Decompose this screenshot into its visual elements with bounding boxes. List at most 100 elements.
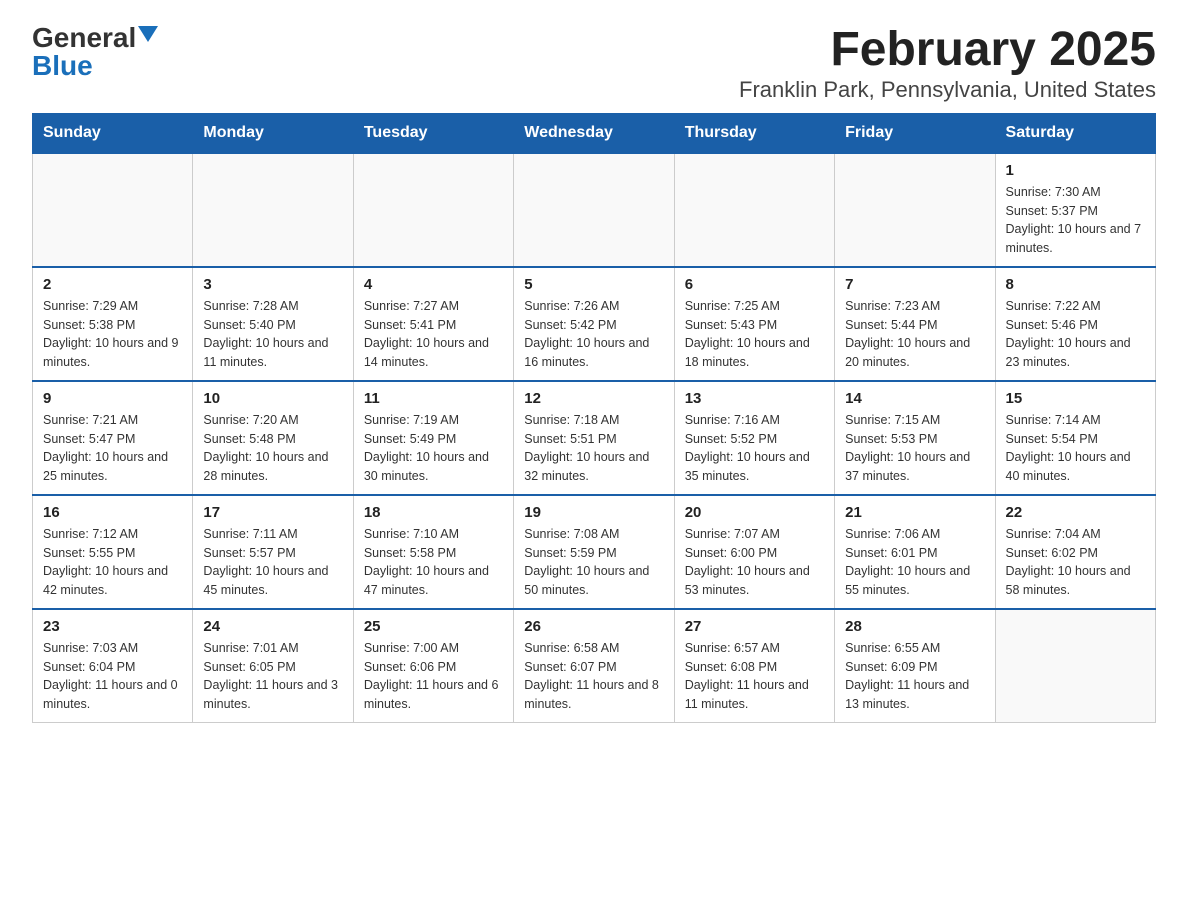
weekday-header-thursday: Thursday xyxy=(674,113,834,153)
calendar-cell xyxy=(353,153,513,267)
title-block: February 2025 Franklin Park, Pennsylvani… xyxy=(739,24,1156,103)
day-info: Sunrise: 7:04 AMSunset: 6:02 PMDaylight:… xyxy=(1006,525,1145,600)
day-number: 4 xyxy=(364,276,503,293)
calendar-cell: 24 Sunrise: 7:01 AMSunset: 6:05 PMDayligh… xyxy=(193,609,353,723)
day-info: Sunrise: 7:23 AMSunset: 5:44 PMDaylight:… xyxy=(845,297,984,372)
day-info: Sunrise: 7:27 AMSunset: 5:41 PMDaylight:… xyxy=(364,297,503,372)
calendar-title: February 2025 xyxy=(739,24,1156,77)
calendar-cell: 8 Sunrise: 7:22 AMSunset: 5:46 PMDaylight… xyxy=(995,267,1155,381)
day-info: Sunrise: 7:29 AMSunset: 5:38 PMDaylight:… xyxy=(43,297,182,372)
calendar-cell: 27 Sunrise: 6:57 AMSunset: 6:08 PMDayligh… xyxy=(674,609,834,723)
day-number: 15 xyxy=(1006,390,1145,407)
day-number: 16 xyxy=(43,504,182,521)
day-number: 3 xyxy=(203,276,342,293)
day-number: 1 xyxy=(1006,162,1145,179)
day-number: 20 xyxy=(685,504,824,521)
day-info: Sunrise: 7:15 AMSunset: 5:53 PMDaylight:… xyxy=(845,411,984,486)
calendar-cell xyxy=(33,153,193,267)
day-number: 6 xyxy=(685,276,824,293)
day-info: Sunrise: 7:06 AMSunset: 6:01 PMDaylight:… xyxy=(845,525,984,600)
weekday-header-tuesday: Tuesday xyxy=(353,113,513,153)
calendar-cell: 2 Sunrise: 7:29 AMSunset: 5:38 PMDaylight… xyxy=(33,267,193,381)
weekday-header-wednesday: Wednesday xyxy=(514,113,674,153)
calendar-cell: 4 Sunrise: 7:27 AMSunset: 5:41 PMDaylight… xyxy=(353,267,513,381)
weekday-header-monday: Monday xyxy=(193,113,353,153)
day-number: 28 xyxy=(845,618,984,635)
calendar-cell: 7 Sunrise: 7:23 AMSunset: 5:44 PMDaylight… xyxy=(835,267,995,381)
calendar-cell xyxy=(674,153,834,267)
day-number: 26 xyxy=(524,618,663,635)
day-info: Sunrise: 7:01 AMSunset: 6:05 PMDaylight:… xyxy=(203,639,342,714)
logo: General Blue xyxy=(32,24,158,80)
logo-general: General xyxy=(32,24,136,52)
logo-triangle-icon xyxy=(138,26,158,42)
calendar-cell: 13 Sunrise: 7:16 AMSunset: 5:52 PMDayligh… xyxy=(674,381,834,495)
calendar-cell: 1 Sunrise: 7:30 AMSunset: 5:37 PMDaylight… xyxy=(995,153,1155,267)
calendar-table: SundayMondayTuesdayWednesdayThursdayFrid… xyxy=(32,113,1156,723)
page-header: General Blue February 2025 Franklin Park… xyxy=(32,24,1156,103)
day-number: 19 xyxy=(524,504,663,521)
day-number: 2 xyxy=(43,276,182,293)
calendar-week-row: 1 Sunrise: 7:30 AMSunset: 5:37 PMDaylight… xyxy=(33,153,1156,267)
calendar-cell: 21 Sunrise: 7:06 AMSunset: 6:01 PMDayligh… xyxy=(835,495,995,609)
day-info: Sunrise: 7:16 AMSunset: 5:52 PMDaylight:… xyxy=(685,411,824,486)
day-info: Sunrise: 6:55 AMSunset: 6:09 PMDaylight:… xyxy=(845,639,984,714)
day-info: Sunrise: 7:00 AMSunset: 6:06 PMDaylight:… xyxy=(364,639,503,714)
day-info: Sunrise: 7:14 AMSunset: 5:54 PMDaylight:… xyxy=(1006,411,1145,486)
day-number: 8 xyxy=(1006,276,1145,293)
day-number: 27 xyxy=(685,618,824,635)
day-info: Sunrise: 7:22 AMSunset: 5:46 PMDaylight:… xyxy=(1006,297,1145,372)
day-info: Sunrise: 7:19 AMSunset: 5:49 PMDaylight:… xyxy=(364,411,503,486)
day-number: 9 xyxy=(43,390,182,407)
calendar-week-row: 23 Sunrise: 7:03 AMSunset: 6:04 PMDayligh… xyxy=(33,609,1156,723)
day-info: Sunrise: 7:11 AMSunset: 5:57 PMDaylight:… xyxy=(203,525,342,600)
day-info: Sunrise: 7:26 AMSunset: 5:42 PMDaylight:… xyxy=(524,297,663,372)
calendar-cell: 28 Sunrise: 6:55 AMSunset: 6:09 PMDayligh… xyxy=(835,609,995,723)
calendar-cell: 18Sunrise: 7:10 AMSunset: 5:58 PMDayligh… xyxy=(353,495,513,609)
day-info: Sunrise: 7:08 AMSunset: 5:59 PMDaylight:… xyxy=(524,525,663,600)
weekday-header-sunday: Sunday xyxy=(33,113,193,153)
logo-blue: Blue xyxy=(32,52,93,80)
day-number: 24 xyxy=(203,618,342,635)
day-number: 23 xyxy=(43,618,182,635)
day-number: 7 xyxy=(845,276,984,293)
calendar-cell: 25 Sunrise: 7:00 AMSunset: 6:06 PMDayligh… xyxy=(353,609,513,723)
day-number: 22 xyxy=(1006,504,1145,521)
day-number: 14 xyxy=(845,390,984,407)
day-info: Sunrise: 7:20 AMSunset: 5:48 PMDaylight:… xyxy=(203,411,342,486)
day-number: 5 xyxy=(524,276,663,293)
day-number: 18 xyxy=(364,504,503,521)
day-info: Sunrise: 7:30 AMSunset: 5:37 PMDaylight:… xyxy=(1006,183,1145,258)
calendar-cell: 3 Sunrise: 7:28 AMSunset: 5:40 PMDaylight… xyxy=(193,267,353,381)
calendar-cell: 10Sunrise: 7:20 AMSunset: 5:48 PMDayligh… xyxy=(193,381,353,495)
calendar-cell xyxy=(995,609,1155,723)
day-number: 21 xyxy=(845,504,984,521)
calendar-subtitle: Franklin Park, Pennsylvania, United Stat… xyxy=(739,77,1156,103)
calendar-cell xyxy=(193,153,353,267)
calendar-cell: 15 Sunrise: 7:14 AMSunset: 5:54 PMDayligh… xyxy=(995,381,1155,495)
day-number: 17 xyxy=(203,504,342,521)
calendar-cell: 17 Sunrise: 7:11 AMSunset: 5:57 PMDayligh… xyxy=(193,495,353,609)
calendar-cell: 26 Sunrise: 6:58 AMSunset: 6:07 PMDayligh… xyxy=(514,609,674,723)
day-info: Sunrise: 6:58 AMSunset: 6:07 PMDaylight:… xyxy=(524,639,663,714)
day-info: Sunrise: 7:28 AMSunset: 5:40 PMDaylight:… xyxy=(203,297,342,372)
calendar-cell xyxy=(835,153,995,267)
calendar-cell: 20Sunrise: 7:07 AMSunset: 6:00 PMDayligh… xyxy=(674,495,834,609)
day-number: 25 xyxy=(364,618,503,635)
calendar-cell: 23 Sunrise: 7:03 AMSunset: 6:04 PMDayligh… xyxy=(33,609,193,723)
day-info: Sunrise: 7:21 AMSunset: 5:47 PMDaylight:… xyxy=(43,411,182,486)
day-info: Sunrise: 6:57 AMSunset: 6:08 PMDaylight:… xyxy=(685,639,824,714)
day-info: Sunrise: 7:12 AMSunset: 5:55 PMDaylight:… xyxy=(43,525,182,600)
calendar-cell: 6Sunrise: 7:25 AMSunset: 5:43 PMDaylight… xyxy=(674,267,834,381)
day-number: 12 xyxy=(524,390,663,407)
calendar-cell xyxy=(514,153,674,267)
weekday-header-saturday: Saturday xyxy=(995,113,1155,153)
day-info: Sunrise: 7:18 AMSunset: 5:51 PMDaylight:… xyxy=(524,411,663,486)
calendar-cell: 22 Sunrise: 7:04 AMSunset: 6:02 PMDayligh… xyxy=(995,495,1155,609)
calendar-cell: 11Sunrise: 7:19 AMSunset: 5:49 PMDayligh… xyxy=(353,381,513,495)
calendar-cell: 12 Sunrise: 7:18 AMSunset: 5:51 PMDayligh… xyxy=(514,381,674,495)
calendar-week-row: 2 Sunrise: 7:29 AMSunset: 5:38 PMDaylight… xyxy=(33,267,1156,381)
day-info: Sunrise: 7:03 AMSunset: 6:04 PMDaylight:… xyxy=(43,639,182,714)
calendar-cell: 16 Sunrise: 7:12 AMSunset: 5:55 PMDayligh… xyxy=(33,495,193,609)
day-number: 13 xyxy=(685,390,824,407)
